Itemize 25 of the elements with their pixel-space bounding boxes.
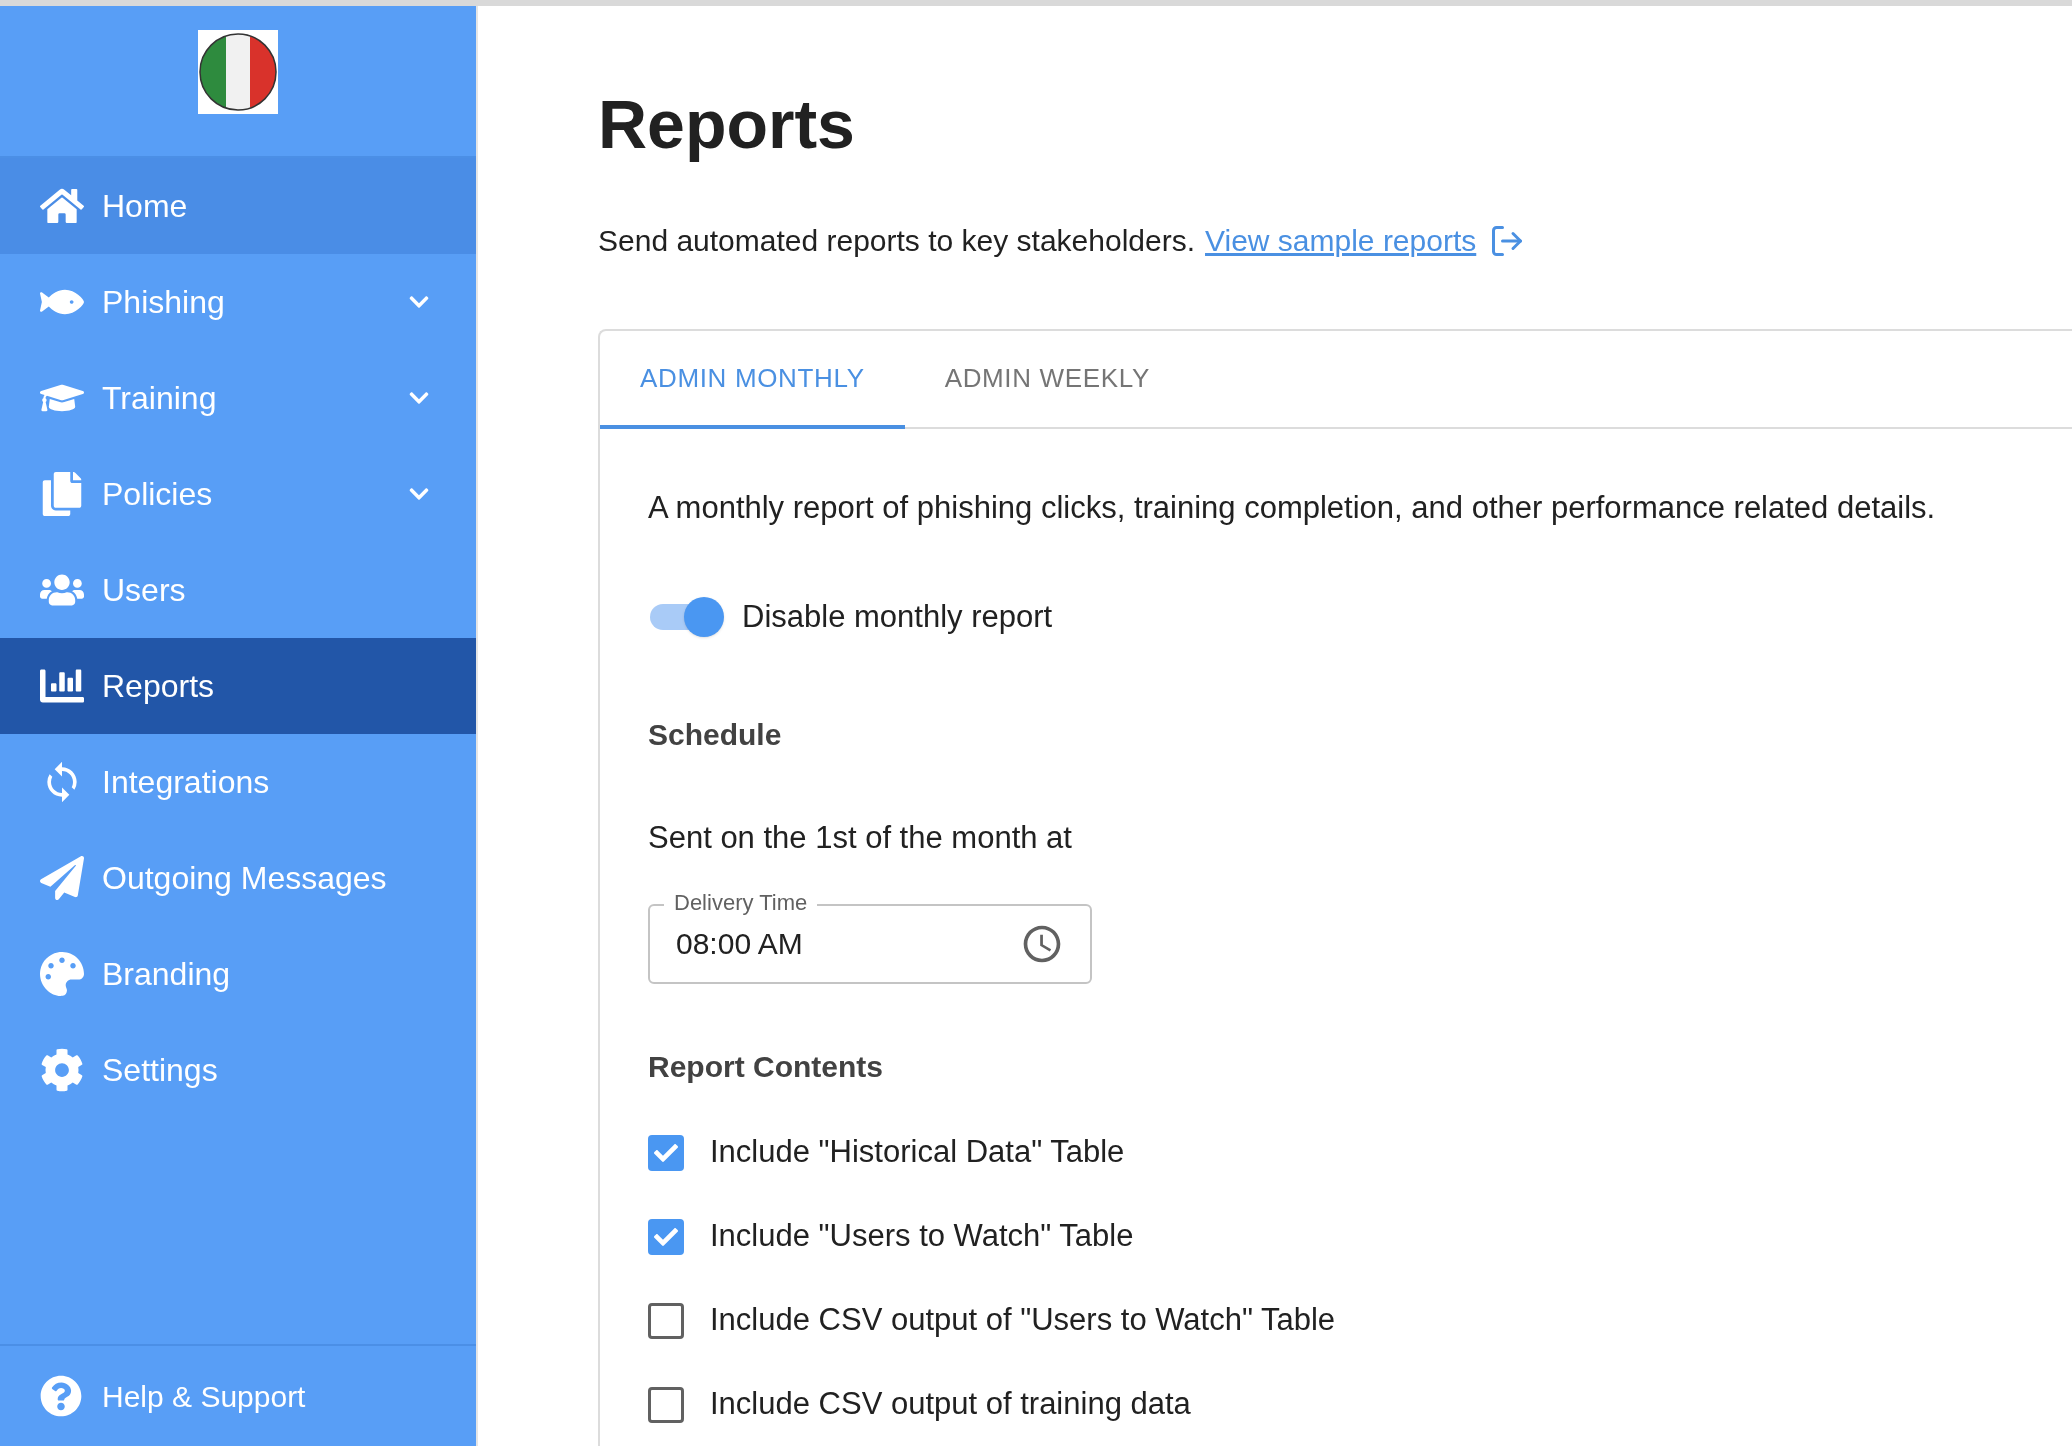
palette-icon bbox=[40, 952, 84, 996]
schedule-heading: Schedule bbox=[648, 717, 783, 753]
report-contents-heading: Report Contents bbox=[648, 1048, 884, 1085]
checkbox[interactable] bbox=[648, 1218, 684, 1255]
checkbox-label: Include CSV output of "Users to Watch" Table bbox=[710, 1301, 1336, 1340]
checkbox[interactable] bbox=[648, 1302, 684, 1339]
sample-reports-link[interactable]: View sample reports bbox=[1205, 218, 1477, 263]
settings-icon bbox=[40, 1048, 84, 1092]
report-description: A monthly report of phishing clicks, training completion, and other performance related details. bbox=[648, 489, 1937, 527]
help-support-link[interactable]: Help & Support bbox=[0, 1344, 476, 1446]
tab[interactable]: ADMIN MONTHLY bbox=[600, 331, 905, 429]
checkbox-label: Include "Historical Data" Table bbox=[710, 1133, 1125, 1172]
sidebar-item[interactable]: Reports bbox=[0, 638, 476, 734]
tab[interactable]: ADMIN WEEKLY bbox=[904, 331, 1190, 429]
toggle-label: Disable monthly report bbox=[742, 597, 1053, 636]
sidebar-item[interactable]: Home bbox=[0, 158, 476, 254]
checkbox[interactable] bbox=[648, 1386, 684, 1423]
documents-icon bbox=[40, 472, 84, 516]
checkbox-label: Include "Users to Watch" Table bbox=[710, 1217, 1134, 1256]
page-subtitle: Send automated reports to key stakeholders. bbox=[598, 223, 1195, 259]
checkbox[interactable] bbox=[648, 1134, 684, 1171]
help-icon bbox=[40, 1375, 82, 1417]
checkbox-label: Include CSV output of training data bbox=[710, 1385, 1191, 1424]
paper-plane-icon bbox=[40, 856, 84, 900]
schedule-text: Sent on the 1st of the month at bbox=[648, 819, 1073, 857]
